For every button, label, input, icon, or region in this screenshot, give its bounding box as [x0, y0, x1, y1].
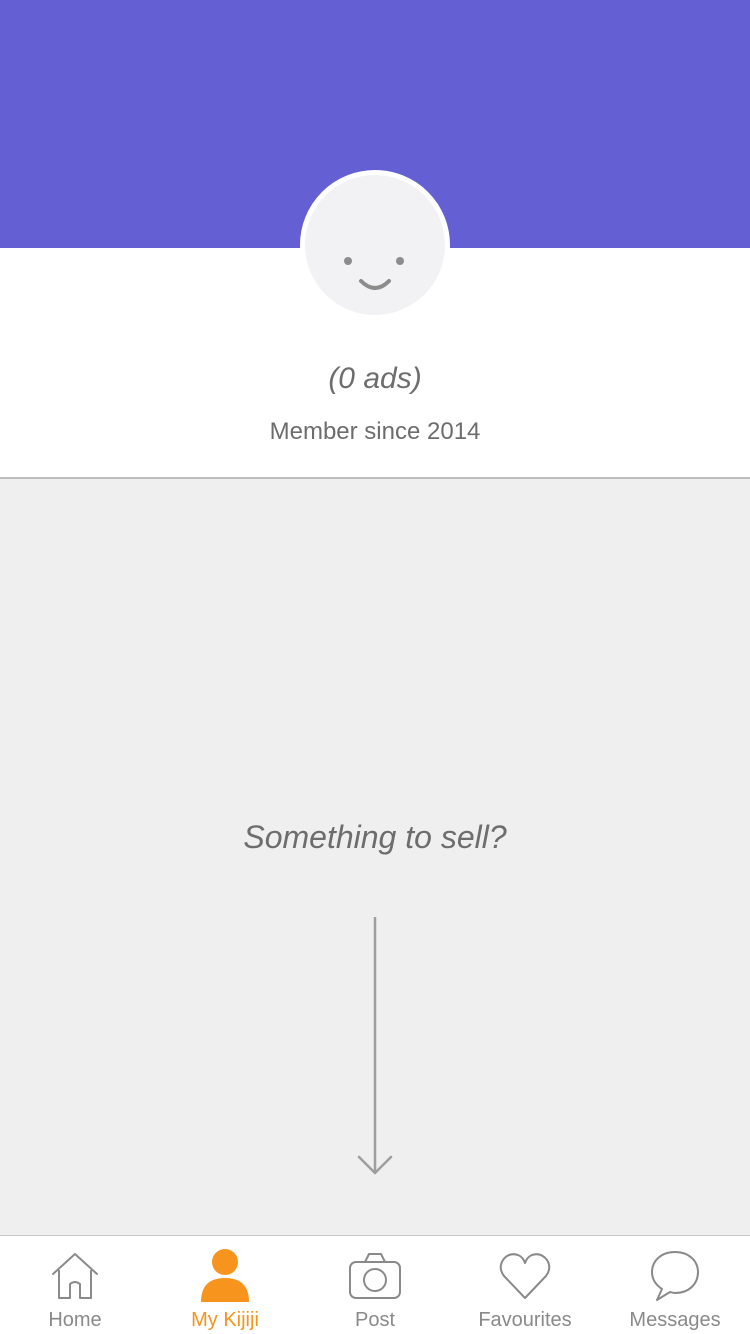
person-icon	[201, 1249, 249, 1302]
empty-ads-area: Something to sell?	[0, 479, 750, 1235]
smiley-face-icon	[344, 257, 404, 290]
tab-bar: Home My Kijiji Post Favourites Messages	[0, 1235, 750, 1334]
tab-messages[interactable]: Messages	[600, 1236, 750, 1334]
heart-icon	[499, 1253, 551, 1299]
tab-favourites[interactable]: Favourites	[450, 1236, 600, 1334]
arrow-down-icon	[357, 917, 393, 1175]
tab-home[interactable]: Home	[0, 1236, 150, 1334]
tab-favourites-label: Favourites	[478, 1309, 572, 1331]
my-kijiji-screen: (0 ads) Member since 2014 Something to s…	[0, 0, 750, 1334]
camera-icon	[349, 1253, 401, 1299]
tab-messages-label: Messages	[629, 1309, 721, 1331]
sell-prompt: Something to sell?	[243, 819, 507, 855]
chat-bubble-icon	[651, 1251, 699, 1301]
tab-post-label: Post	[354, 1309, 396, 1331]
ads-count: (0 ads)	[328, 362, 422, 395]
tab-post[interactable]: Post	[300, 1236, 450, 1334]
tab-home-label: Home	[48, 1309, 102, 1331]
tab-my-kijiji[interactable]: My Kijiji	[150, 1236, 300, 1334]
profile-avatar[interactable]	[300, 170, 450, 320]
tab-my-kijiji-label: My Kijiji	[191, 1309, 259, 1331]
member-since: Member since 2014	[269, 418, 481, 445]
home-icon	[52, 1253, 98, 1299]
